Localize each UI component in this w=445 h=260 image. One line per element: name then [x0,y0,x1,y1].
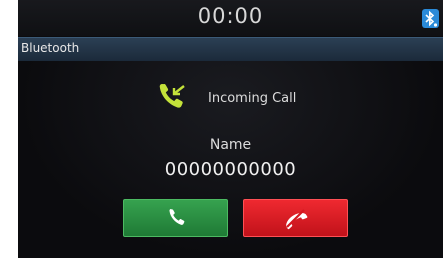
title-bar: Bluetooth [18,37,443,62]
incoming-call-icon [159,83,185,108]
phone-reject-icon [286,209,308,230]
accept-call-button[interactable] [123,199,228,237]
bluetooth-icon [422,9,439,28]
incoming-call-panel: Incoming Call Name 00000000000 [18,61,443,258]
caller-name: Name [209,137,252,153]
phone-accept-icon [169,209,185,225]
page-title: Bluetooth [21,41,80,55]
head-unit-screen: 00:00 Bluetooth Incoming Call Name 00000… [18,0,443,258]
clock: 00:00 [197,4,264,28]
caller-number: 00000000000 [164,159,297,180]
reject-call-button[interactable] [243,199,348,237]
call-status-label: Incoming Call [208,91,297,106]
status-bar: 00:00 [18,0,443,36]
